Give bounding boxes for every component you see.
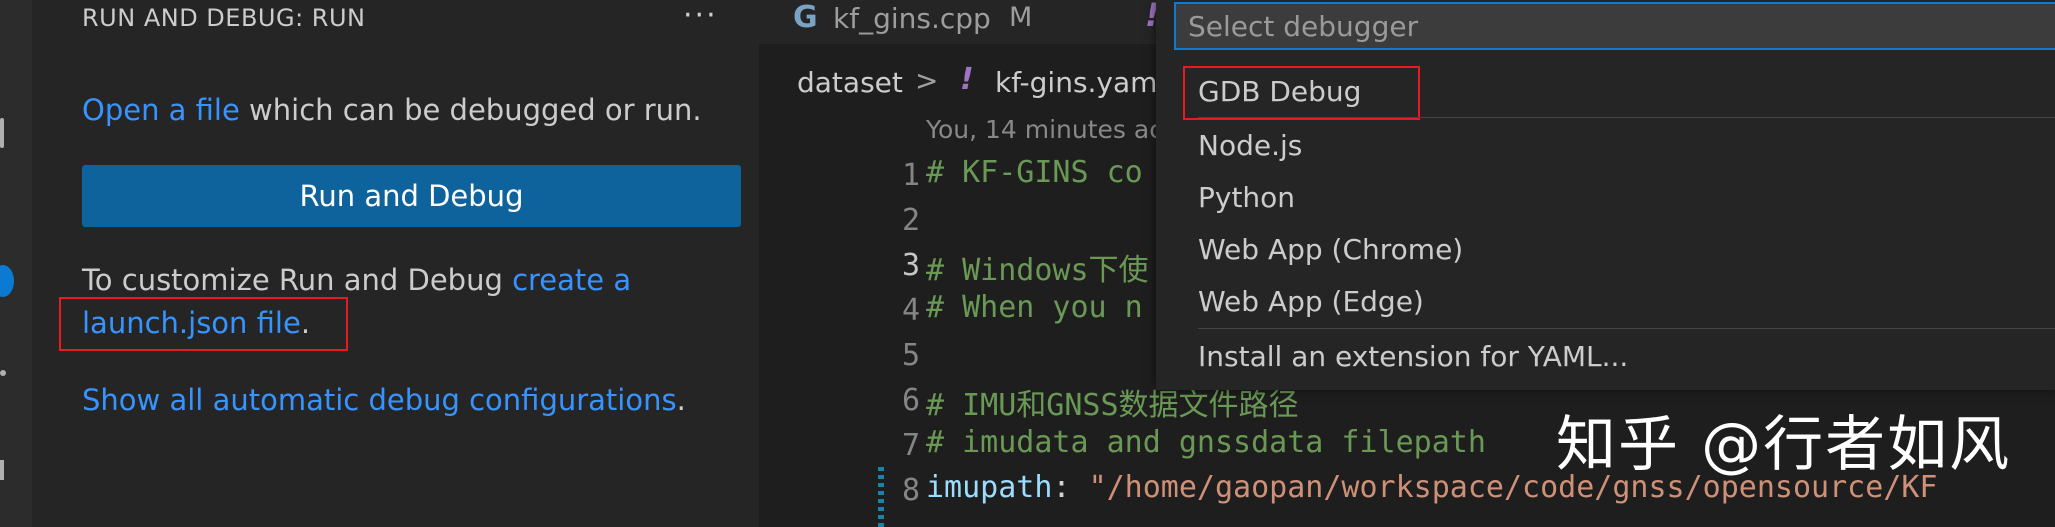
code-line[interactable]: # When you n bbox=[926, 290, 1143, 325]
period-text-2: . bbox=[676, 383, 686, 417]
quick-pick-item[interactable]: Node.js bbox=[1156, 121, 2055, 171]
open-file-line: Open a file which can be debugged or run… bbox=[82, 93, 702, 127]
quick-pick-item[interactable]: Web App (Chrome) bbox=[1156, 225, 2055, 275]
line-number: 3 bbox=[901, 248, 920, 283]
more-actions-icon[interactable]: ··· bbox=[683, 0, 718, 33]
line-number: 1 bbox=[901, 158, 920, 193]
quick-pick-item-label: Web App (Chrome) bbox=[1198, 233, 1464, 266]
debugger-search-input[interactable] bbox=[1174, 2, 2055, 50]
activity-bar bbox=[0, 0, 32, 527]
breadcrumb-folder[interactable]: dataset bbox=[797, 66, 903, 99]
highlight-box-launch bbox=[59, 297, 348, 351]
debug-activity-badge[interactable] bbox=[0, 265, 14, 297]
quick-pick-item[interactable]: Web App (Edge) bbox=[1156, 277, 2055, 327]
customize-text: To customize Run and Debug bbox=[82, 263, 513, 297]
show-all-configs-link[interactable]: Show all automatic debug configurations bbox=[82, 383, 677, 417]
customize-line: To customize Run and Debug create a bbox=[82, 263, 631, 297]
create-launch-link[interactable]: create a bbox=[512, 263, 631, 297]
highlight-box-gdb bbox=[1183, 66, 1420, 120]
show-all-line: Show all automatic debug configurations. bbox=[82, 383, 686, 417]
select-debugger-quick-pick: GDB Debug Node.js Python Web App (Chrome… bbox=[1156, 0, 2055, 390]
quick-pick-separator bbox=[1198, 117, 2055, 118]
line-number: 4 bbox=[901, 293, 920, 328]
line-number: 6 bbox=[901, 383, 920, 418]
activity-icon-fragment[interactable] bbox=[0, 118, 4, 148]
quick-pick-item[interactable]: Install an extension for YAML... bbox=[1156, 332, 2055, 382]
git-blame-annotation: You, 14 minutes ac bbox=[926, 115, 1163, 144]
quick-pick-item[interactable]: Python bbox=[1156, 173, 2055, 223]
quick-pick-item-label: Node.js bbox=[1198, 129, 1303, 162]
breadcrumb-file[interactable]: kf-gins.yam bbox=[995, 66, 1157, 99]
code-line[interactable]: # Windows下使 bbox=[926, 245, 1149, 289]
quick-pick-separator bbox=[1198, 328, 2055, 329]
quick-pick-item-label: Python bbox=[1198, 181, 1296, 214]
yaml-key: imupath bbox=[926, 470, 1053, 505]
yaml-colon: : bbox=[1052, 470, 1089, 505]
sidebar-title: RUN AND DEBUG: RUN bbox=[82, 4, 366, 32]
zhihu-watermark: 知乎 @行者如风 bbox=[1556, 410, 2012, 480]
breadcrumb-chevron-icon: > bbox=[915, 64, 939, 97]
code-line[interactable]: # imudata and gnssdata filepath bbox=[926, 425, 1486, 460]
git-modified-gutter bbox=[878, 467, 884, 527]
open-file-link[interactable]: Open a file bbox=[82, 93, 240, 127]
run-and-debug-button[interactable]: Run and Debug bbox=[82, 165, 741, 227]
line-number: 5 bbox=[901, 338, 920, 373]
code-line[interactable]: # KF-GINS co bbox=[926, 155, 1143, 190]
activity-icon-fragment[interactable] bbox=[0, 370, 6, 376]
line-number: 8 bbox=[901, 473, 920, 508]
tab-modified-badge: M bbox=[1009, 2, 1033, 33]
yaml-file-icon: ! bbox=[960, 62, 974, 97]
line-number: 2 bbox=[901, 203, 920, 238]
quick-pick-item-label: Install an extension for YAML... bbox=[1198, 340, 1629, 373]
line-number: 7 bbox=[901, 428, 920, 463]
quick-pick-item-label: Web App (Edge) bbox=[1198, 285, 1424, 318]
tab-kf-gins-cpp[interactable]: kf_gins.cpp bbox=[833, 2, 991, 35]
cpp-file-icon: G bbox=[793, 0, 818, 35]
open-file-text: which can be debugged or run. bbox=[239, 93, 702, 127]
activity-icon-fragment[interactable] bbox=[0, 460, 4, 480]
run-debug-sidebar: RUN AND DEBUG: RUN ··· Open a file which… bbox=[32, 0, 759, 527]
